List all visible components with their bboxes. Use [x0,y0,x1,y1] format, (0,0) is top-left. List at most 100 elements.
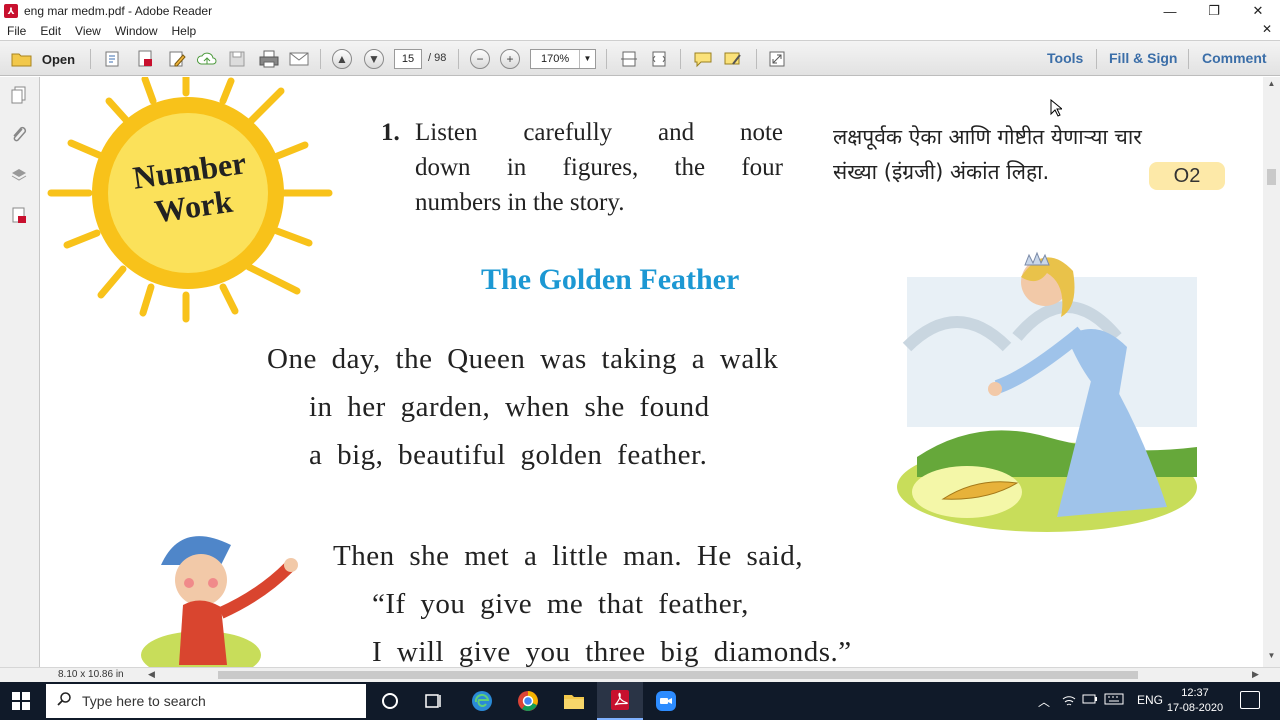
edge-browser-icon[interactable] [459,682,505,720]
next-page-button[interactable]: ▼ [364,48,384,70]
scroll-thumb[interactable] [1267,169,1276,185]
show-hidden-icons-icon[interactable]: ︿ [1038,693,1050,710]
question-line: down in figures, the four [415,154,783,181]
fit-page-icon[interactable] [618,48,640,70]
battery-icon[interactable] [1082,693,1098,708]
input-language[interactable]: ENG [1137,693,1163,707]
network-icon[interactable] [1062,693,1076,710]
scroll-up-icon[interactable]: ▲ [1263,79,1280,93]
layers-icon[interactable] [9,165,29,185]
horizontal-scrollbar[interactable]: ◀ ▶ [146,669,1264,681]
arrow-up-icon: ▲ [332,49,352,69]
window-title: eng mar medm.pdf - Adobe Reader [24,4,213,18]
navigation-pane [0,77,40,667]
close-window-button[interactable]: ✕ [1236,0,1280,22]
page-size-label: 8.10 x 10.86 in [58,669,124,680]
zoom-value: 170% [541,53,570,65]
system-clock[interactable]: 12:37 17-08-2020 [1162,686,1228,716]
menu-view[interactable]: View [68,24,108,38]
attachments-icon[interactable] [9,125,29,145]
zoom-select[interactable]: 170% ▼ [530,49,596,69]
cloud-upload-icon[interactable] [196,48,218,70]
status-bar: 8.10 x 10.86 in ◀ ▶ [0,667,1280,682]
story-title: The Golden Feather [481,263,740,296]
tools-pane-button[interactable]: Tools [1047,50,1083,66]
create-pdf-icon[interactable] [102,48,124,70]
save-icon[interactable] [226,48,248,70]
page-number-input[interactable]: 15 [394,49,422,69]
question-line: Listen carefully and note [415,119,783,146]
story-line: One day, the Queen was taking a walk [267,343,779,375]
scroll-down-icon[interactable]: ▼ [1263,651,1280,665]
full-screen-icon[interactable] [766,48,788,70]
queen-illustration [897,251,1197,532]
page-thumbnails-icon[interactable] [9,85,29,105]
zoom-out-button[interactable]: − [470,48,490,70]
taskbar: Type here to search ︿ ENG 12:37 17-08-20… [0,682,1280,720]
scroll-right-icon[interactable]: ▶ [1252,669,1259,680]
story-line: “If you give me that feather, [372,588,749,620]
plus-icon: + [500,49,520,69]
chrome-browser-icon[interactable] [505,682,551,720]
menu-help[interactable]: Help [165,24,204,38]
search-icon [56,691,72,711]
signatures-icon[interactable] [9,205,29,225]
toolbar: Open ▲ ▼ 15 / 98 − + 170% ▼ Tools Fill &… [0,40,1280,76]
comment-pane-button[interactable]: Comment [1202,50,1267,66]
adobe-reader-taskbar-icon[interactable] [597,682,643,720]
title-bar: ⅄ eng mar medm.pdf - Adobe Reader — ❐ ✕ [0,0,1280,22]
fit-width-icon[interactable] [648,48,670,70]
highlight-icon[interactable] [722,48,744,70]
adobe-reader-icon: ⅄ [4,4,18,18]
question-badge: O2 [1149,162,1225,190]
fill-sign-pane-button[interactable]: Fill & Sign [1109,50,1177,66]
clock-date: 17-08-2020 [1166,702,1224,714]
menu-file[interactable]: File [0,24,33,38]
menu-bar: File Edit View Window Help ✕ [0,22,1280,40]
email-icon[interactable] [288,48,310,70]
scroll-left-icon[interactable]: ◀ [148,669,155,680]
page-total: / 98 [428,52,447,64]
vertical-scrollbar[interactable]: ▲ ▼ [1263,77,1280,667]
chevron-down-icon: ▼ [579,50,595,68]
little-man-illustration [141,536,298,667]
story-line: in her garden, when she found [309,391,710,423]
story-line: I will give you three big diamonds.” [372,636,852,667]
notifications-icon[interactable] [1240,691,1260,709]
document-view[interactable]: Number Work 1. Listen carefully and note… [41,77,1263,667]
restore-button[interactable]: ❐ [1192,0,1236,22]
menu-edit[interactable]: Edit [33,24,68,38]
cortana-icon[interactable] [367,682,413,720]
question-number: 1. [381,119,400,146]
edit-pdf-icon[interactable] [166,48,188,70]
zoom-app-icon[interactable] [643,682,689,720]
minimize-button[interactable]: — [1148,0,1192,22]
zoom-in-button[interactable]: + [500,48,520,70]
previous-page-button[interactable]: ▲ [332,48,352,70]
minus-icon: − [470,49,490,69]
taskbar-search-box[interactable]: Type here to search [46,684,366,718]
file-explorer-icon[interactable] [551,682,597,720]
folder-icon [11,53,32,67]
comment-note-icon[interactable] [692,48,714,70]
task-view-icon[interactable] [411,682,457,720]
keyboard-icon[interactable] [1104,693,1124,708]
arrow-down-icon: ▼ [364,49,384,69]
story-line: Then she met a little man. He said, [333,540,803,572]
open-button[interactable]: Open [8,48,78,70]
marathi-instruction-line: संख्या (इंग्रजी) अंकांत लिहा. [833,160,1050,184]
mouse-cursor-icon [1050,99,1062,117]
question-line: numbers in the story. [415,189,625,216]
story-line: a big, beautiful golden feather. [309,439,708,471]
clock-time: 12:37 [1181,687,1209,699]
menu-window[interactable]: Window [108,24,165,38]
export-pdf-icon[interactable] [134,48,156,70]
search-placeholder: Type here to search [82,693,206,709]
sun-illustration: Number Work [47,77,333,323]
scroll-thumb-horizontal[interactable] [218,671,1138,679]
marathi-instruction-line: लक्षपूर्वक ऐका आणि गोष्टीत येणाऱ्या चार [833,125,1142,149]
close-document-button[interactable]: ✕ [1262,22,1272,36]
print-icon[interactable] [258,48,280,70]
windows-start-icon[interactable] [12,692,30,710]
open-label: Open [41,51,76,67]
